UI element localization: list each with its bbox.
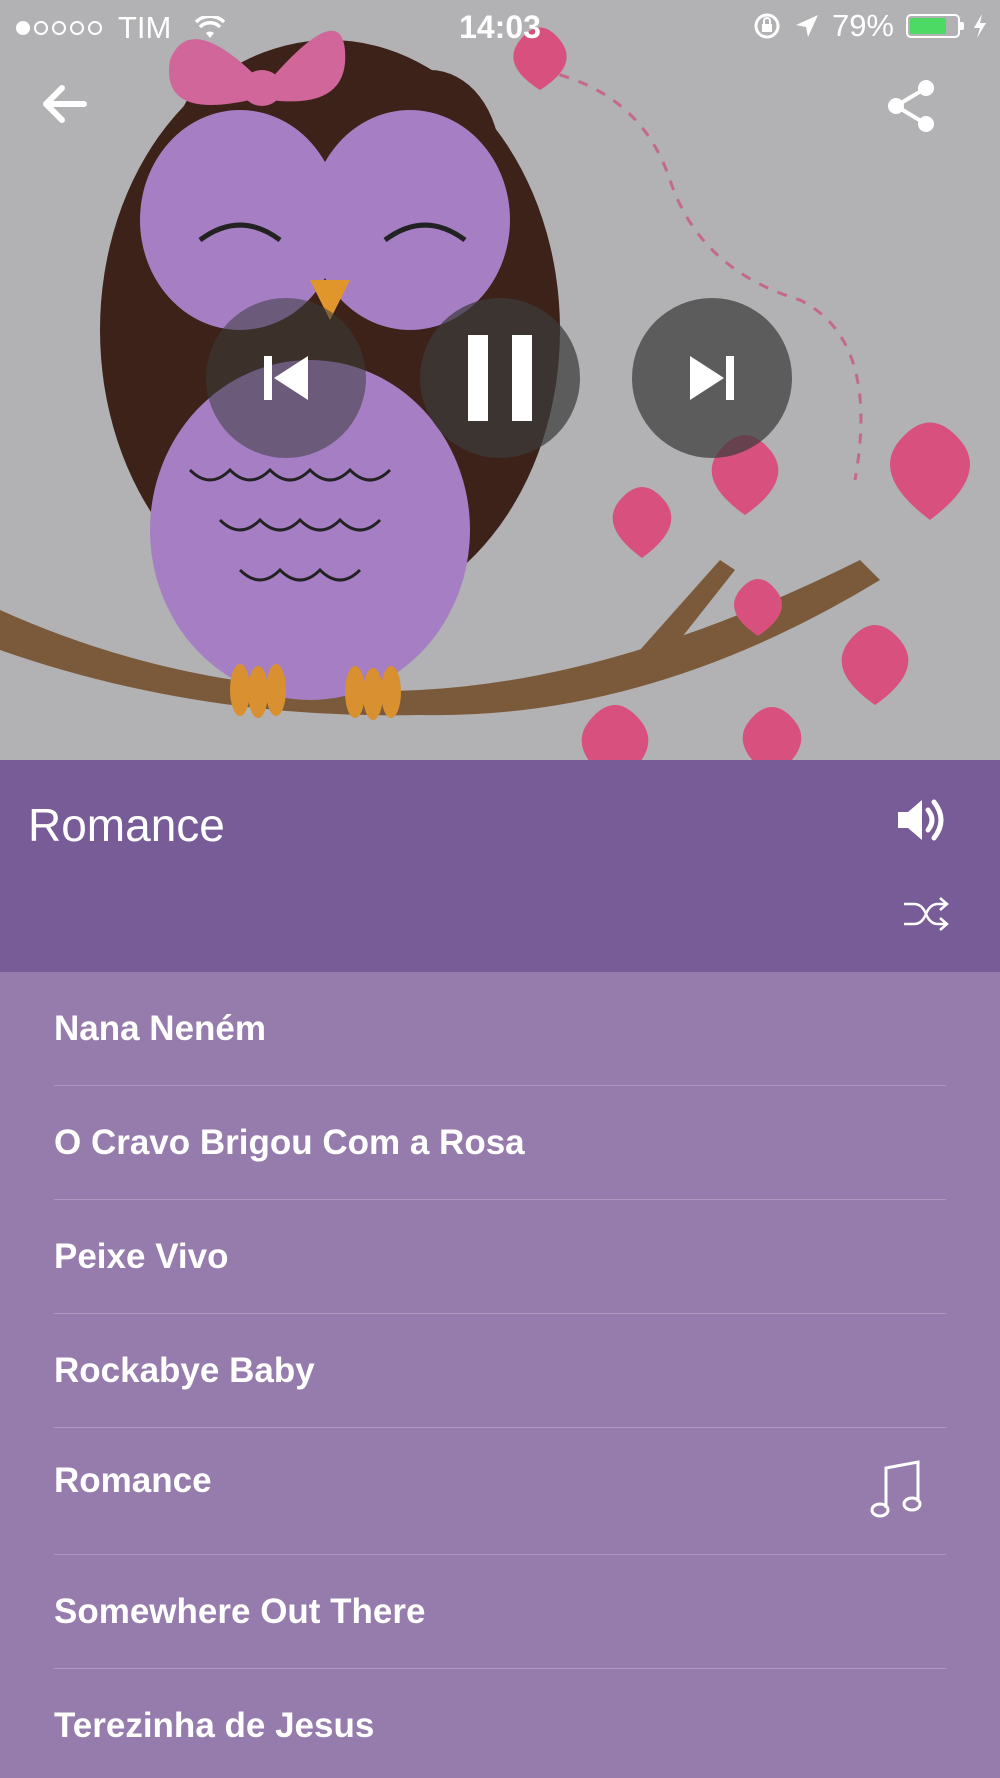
- volume-icon[interactable]: [892, 792, 948, 848]
- track-item[interactable]: Rockabye Baby: [54, 1314, 946, 1428]
- shuffle-icon[interactable]: [900, 888, 952, 940]
- track-title: O Cravo Brigou Com a Rosa: [54, 1122, 525, 1162]
- charging-bolt-icon: [974, 14, 986, 38]
- track-title: Peixe Vivo: [54, 1236, 229, 1276]
- share-icon[interactable]: [884, 78, 940, 134]
- status-right: 79%: [752, 8, 988, 44]
- battery-level: [910, 18, 947, 34]
- skip-next-icon: [690, 356, 734, 400]
- track-list: Nana Neném O Cravo Brigou Com a Rosa Pei…: [0, 972, 1000, 1778]
- track-item[interactable]: Terezinha de Jesus: [54, 1669, 946, 1778]
- next-track-button[interactable]: [632, 298, 792, 458]
- track-item[interactable]: Somewhere Out There: [54, 1555, 946, 1669]
- status-bar: TIM 14:03 79%: [0, 0, 1000, 56]
- track-item[interactable]: O Cravo Brigou Com a Rosa: [54, 1086, 946, 1200]
- location-arrow-icon: [795, 15, 818, 37]
- track-title: Somewhere Out There: [54, 1591, 426, 1631]
- battery-icon: [906, 14, 964, 38]
- pause-icon: [468, 335, 532, 421]
- previous-track-button[interactable]: [206, 298, 366, 458]
- track-item[interactable]: Nana Neném: [54, 972, 946, 1086]
- track-item-now-playing[interactable]: Romance: [54, 1428, 946, 1555]
- skip-previous-icon: [264, 356, 308, 400]
- battery-percent: 79%: [831, 8, 894, 43]
- album-artwork: TIM 14:03 79%: [0, 0, 1000, 760]
- track-item[interactable]: Peixe Vivo: [54, 1200, 946, 1314]
- album-header: Romance: [0, 760, 1000, 972]
- track-title: Terezinha de Jesus: [54, 1705, 375, 1745]
- rotation-lock-icon: [754, 13, 780, 39]
- music-player-screen: TIM 14:03 79% Romance Nana Neném O Cravo…: [0, 0, 1000, 1778]
- track-title: Romance: [54, 1461, 212, 1500]
- music-note-icon: [870, 1460, 922, 1518]
- track-title: Rockabye Baby: [54, 1350, 315, 1390]
- album-title: Romance: [28, 799, 225, 851]
- back-arrow-icon[interactable]: [36, 76, 92, 132]
- pause-button[interactable]: [420, 298, 580, 458]
- track-title: Nana Neném: [54, 1008, 267, 1048]
